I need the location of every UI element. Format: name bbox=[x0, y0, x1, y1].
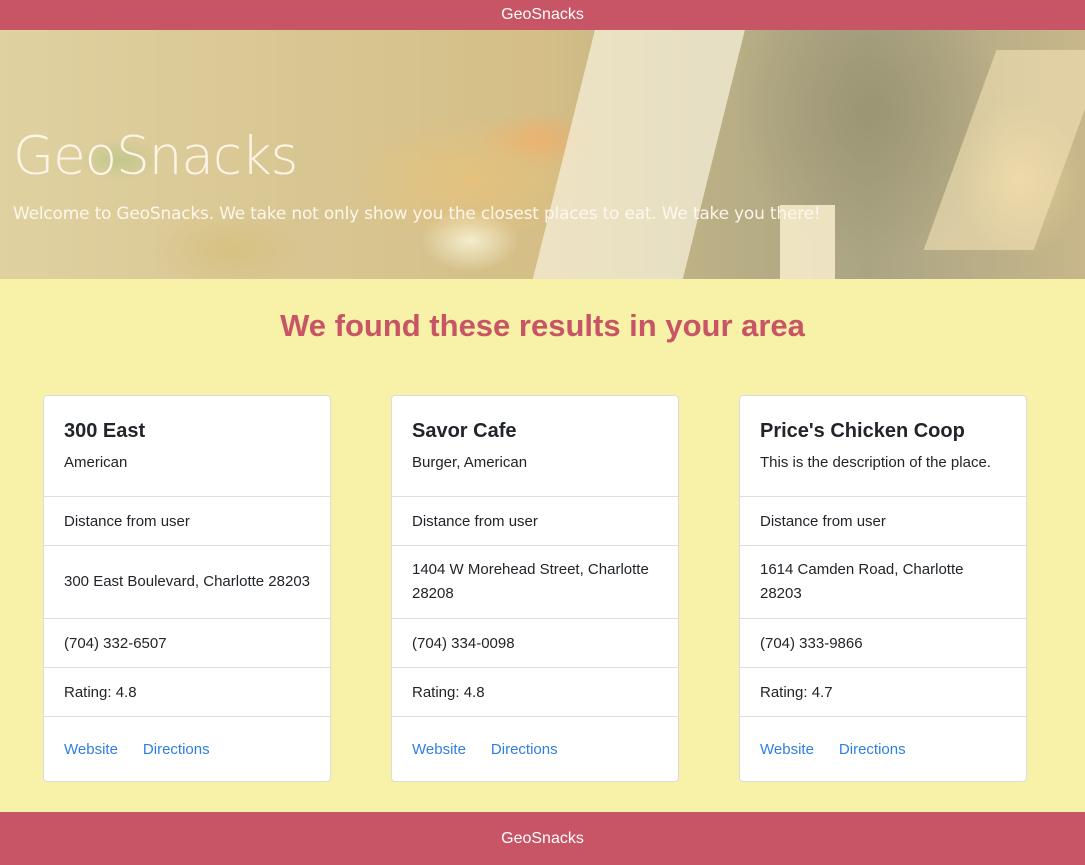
directions-link[interactable]: Directions bbox=[491, 741, 558, 758]
restaurant-name: Savor Cafe bbox=[412, 420, 517, 442]
footer: GeoSnacks bbox=[0, 812, 1085, 865]
website-link[interactable]: Website bbox=[412, 741, 466, 758]
rating-item: Rating: 4.7 bbox=[740, 668, 1026, 717]
website-link[interactable]: Website bbox=[64, 741, 118, 758]
restaurant-name: Price's Chicken Coop bbox=[760, 420, 965, 442]
card-links: Website Directions bbox=[740, 717, 1026, 781]
card-header: Savor Cafe Burger, American bbox=[392, 396, 678, 497]
results-heading: We found these results in your area bbox=[280, 308, 805, 343]
hero-subtitle: Welcome to GeoSnacks. We take not only s… bbox=[13, 204, 821, 224]
rating-item: Rating: 4.8 bbox=[392, 668, 678, 717]
restaurant-description: This is the description of the place. bbox=[760, 454, 991, 471]
card-header: Price's Chicken Coop This is the descrip… bbox=[740, 396, 1026, 497]
restaurant-name: 300 East bbox=[64, 420, 146, 442]
restaurant-card: Price's Chicken Coop This is the descrip… bbox=[739, 395, 1027, 782]
navbar-brand[interactable]: GeoSnacks bbox=[501, 6, 584, 24]
website-link[interactable]: Website bbox=[760, 741, 814, 758]
distance-item: Distance from user bbox=[740, 497, 1026, 546]
card-links: Website Directions bbox=[44, 717, 330, 781]
hero-banner: GeoSnacks Welcome to GeoSnacks. We take … bbox=[0, 30, 1085, 279]
restaurant-card: 300 East American Distance from user 300… bbox=[43, 395, 331, 782]
rating-item: Rating: 4.8 bbox=[44, 668, 330, 717]
address-item: 300 East Boulevard, Charlotte 28203 bbox=[44, 546, 330, 619]
address-item: 1614 Camden Road, Charlotte 28203 bbox=[740, 546, 1026, 619]
hero-image-box bbox=[522, 30, 748, 279]
restaurant-card: Savor Cafe Burger, American Distance fro… bbox=[391, 395, 679, 782]
restaurant-description: American bbox=[64, 454, 128, 471]
hero-image-sauce-packet bbox=[923, 50, 1085, 250]
phone-item: (704) 333-9866 bbox=[740, 619, 1026, 668]
address-item: 1404 W Morehead Street, Charlotte 28208 bbox=[392, 546, 678, 619]
directions-link[interactable]: Directions bbox=[143, 741, 210, 758]
hero-title: GeoSnacks bbox=[13, 126, 298, 187]
distance-item: Distance from user bbox=[392, 497, 678, 546]
card-header: 300 East American bbox=[44, 396, 330, 497]
top-navbar: GeoSnacks bbox=[0, 0, 1085, 30]
distance-item: Distance from user bbox=[44, 497, 330, 546]
restaurant-description: Burger, American bbox=[412, 454, 528, 471]
directions-link[interactable]: Directions bbox=[839, 741, 906, 758]
card-links: Website Directions bbox=[392, 717, 678, 781]
phone-item: (704) 332-6507 bbox=[44, 619, 330, 668]
footer-text: GeoSnacks bbox=[501, 829, 584, 847]
phone-item: (704) 334-0098 bbox=[392, 619, 678, 668]
